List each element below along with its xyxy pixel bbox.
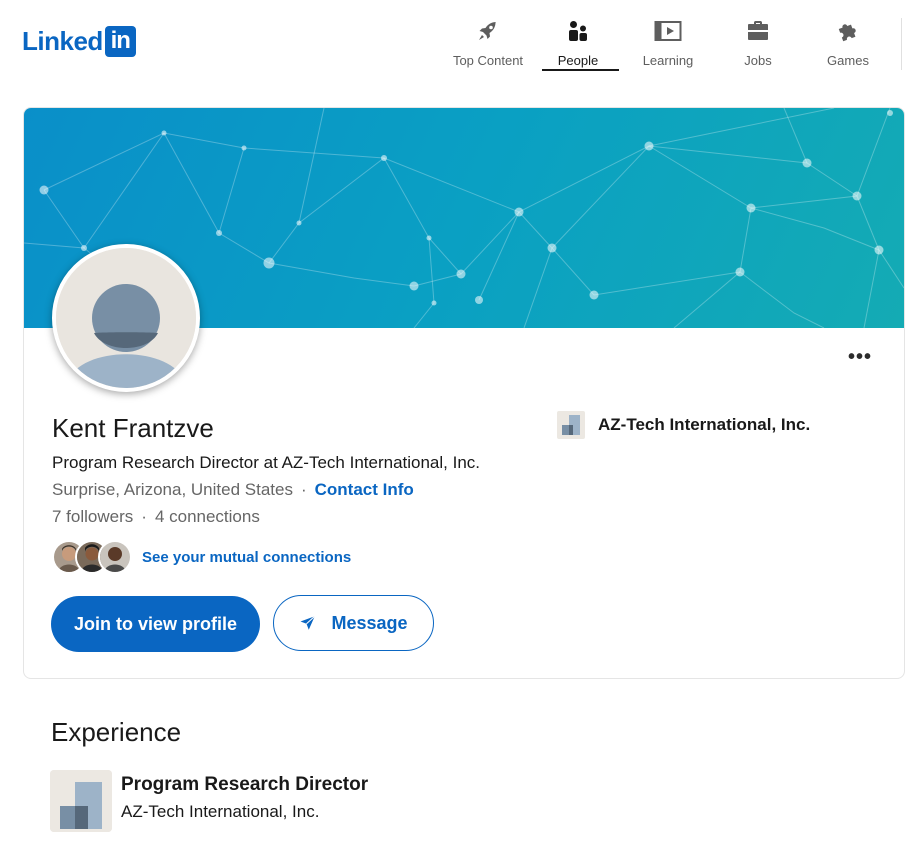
nav-games[interactable]: Games <box>803 16 893 71</box>
follow-line: 7 followers · 4 connections <box>52 507 260 527</box>
nav-label: Top Content <box>452 53 524 68</box>
more-options-button[interactable]: ••• <box>848 346 872 369</box>
message-button[interactable]: Message <box>273 595 434 651</box>
nav-label: Jobs <box>744 53 772 68</box>
current-company-name: AZ-Tech International, Inc. <box>598 415 811 434</box>
profile-avatar[interactable] <box>52 244 200 392</box>
experience-text: Program Research Director AZ-Tech Intern… <box>121 770 368 832</box>
profile-name: Kent Frantzve <box>52 413 214 443</box>
default-avatar-icon <box>56 248 196 388</box>
nav-label: People <box>557 53 599 68</box>
experience-company-logo[interactable] <box>50 770 112 832</box>
profile-headline: Program Research Director at AZ-Tech Int… <box>52 453 481 472</box>
profile-card: ••• Kent Frantzve Program Research Direc… <box>23 107 905 679</box>
contact-info-link[interactable]: Contact Info <box>315 480 414 499</box>
briefcase-icon <box>748 21 768 40</box>
mutual-connections[interactable]: See your mutual connections <box>52 540 351 574</box>
people-icon <box>569 21 587 41</box>
send-icon <box>300 615 316 630</box>
top-nav: Top Content People Learning Jobs Games <box>443 16 893 71</box>
nav-people[interactable]: People <box>533 16 623 71</box>
puzzle-icon <box>838 24 856 42</box>
nav-jobs[interactable]: Jobs <box>713 16 803 71</box>
mutual-connections-link[interactable]: See your mutual connections <box>142 549 351 566</box>
connections-count: 4 connections <box>154 507 260 526</box>
linkedin-logo[interactable]: Linked in <box>22 25 136 57</box>
logo-in-box: in <box>104 25 136 57</box>
location-line: Surprise, Arizona, United States · Contact… <box>52 480 414 500</box>
current-company[interactable]: AZ-Tech International, Inc. <box>557 411 810 439</box>
experience-item: Program Research Director AZ-Tech Intern… <box>50 770 368 832</box>
experience-role[interactable]: Program Research Director <box>121 774 368 796</box>
nav-label: Learning <box>642 53 694 68</box>
nav-divider <box>901 18 902 70</box>
nav-learning[interactable]: Learning <box>623 16 713 71</box>
mutual-avatars <box>52 540 132 574</box>
separator-dot: · <box>300 480 307 499</box>
mutual-avatar <box>98 540 132 574</box>
nav-label: Games <box>827 53 869 68</box>
profile-location: Surprise, Arizona, United States <box>52 480 293 499</box>
logo-wordmark: Linked <box>22 25 103 56</box>
experience-heading: Experience <box>51 717 182 747</box>
video-icon <box>654 21 682 41</box>
join-to-view-profile-button[interactable]: Join to view profile <box>51 596 260 652</box>
company-logo-icon <box>557 411 585 439</box>
rocket-icon <box>479 22 496 40</box>
experience-company[interactable]: AZ-Tech International, Inc. <box>121 802 368 822</box>
company-logo-icon <box>50 770 112 832</box>
nav-top-content[interactable]: Top Content <box>443 16 533 71</box>
message-button-label: Message <box>331 612 408 633</box>
separator-dot: · <box>141 507 147 526</box>
followers-count: 7 followers <box>52 507 134 526</box>
